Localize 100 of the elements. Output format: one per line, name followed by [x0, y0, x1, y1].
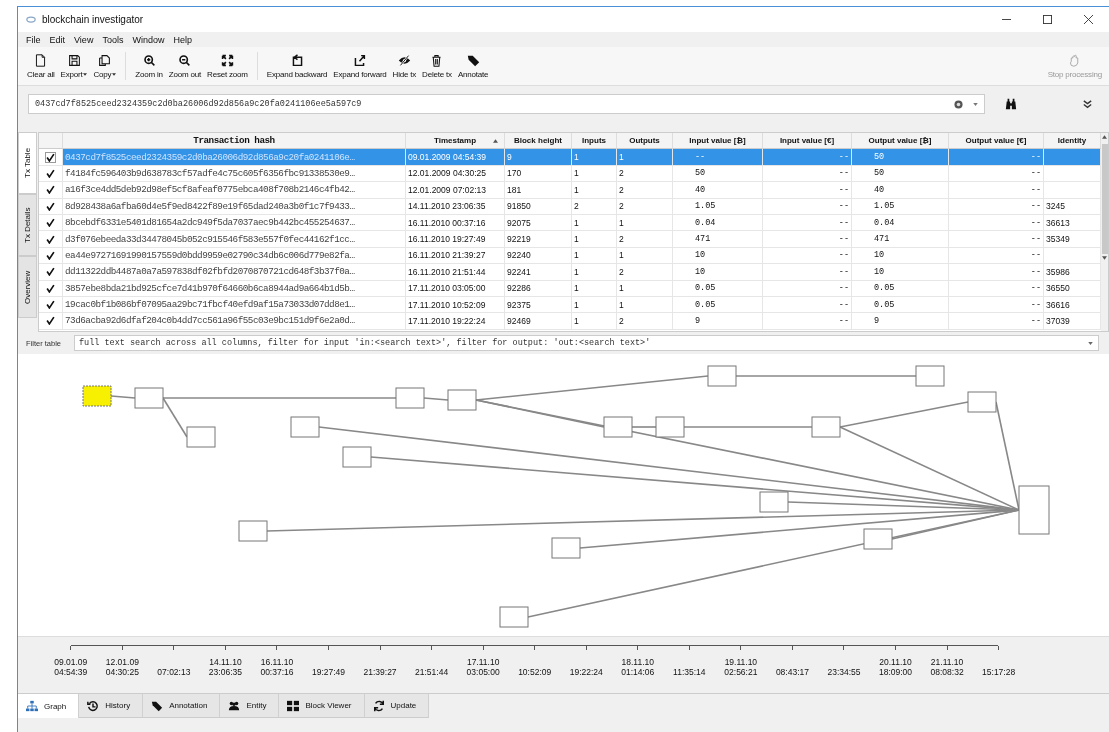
table-cell: 181: [507, 184, 522, 195]
bottom-tab[interactable]: Graph: [18, 694, 80, 718]
checkbox[interactable]: [46, 201, 55, 211]
menu-item[interactable]: Window: [132, 34, 165, 45]
table-cell: 40: [695, 184, 706, 195]
transaction-node[interactable]: [811, 416, 841, 438]
side-tab[interactable]: Tx Table: [18, 132, 37, 194]
menu-item[interactable]: File: [26, 34, 41, 45]
side-tab[interactable]: Overview: [18, 256, 37, 318]
scroll-down-icon[interactable]: [1102, 256, 1107, 260]
table-cell: --: [838, 234, 849, 245]
timeline-label: 17.11.10 03:05:00: [466, 657, 500, 677]
timeline-label: 07:02:13: [157, 666, 191, 677]
transaction-node[interactable]: [395, 387, 425, 409]
toolbar-button[interactable]: Expand backward: [263, 53, 331, 79]
transaction-node[interactable]: [967, 391, 997, 413]
table-row[interactable]: dd11322ddb4487a0a7a597838df02fbfd2070870721cd648f3b37f0a… 16.11.2010 21:51:44 92241 1 2 10 -- 10 -- 35986: [39, 264, 1101, 281]
transaction-node[interactable]: [603, 416, 633, 438]
table-cell: 1: [574, 250, 579, 261]
dropdown-icon[interactable]: [973, 102, 978, 106]
menu-item[interactable]: View: [74, 34, 94, 45]
checkbox[interactable]: [46, 168, 55, 178]
table-row[interactable]: 3857ebe8bda21bd925cfce7d41b970f64660b6ca8944ad9a664b1d5b… 17.11.2010 03:05:00 92286 1 1 0.05 -- 0.05 -- 36550: [39, 280, 1101, 297]
checkbox[interactable]: [46, 267, 55, 277]
transaction-node[interactable]: [863, 528, 893, 550]
people-icon: [228, 699, 241, 712]
dropdown-icon[interactable]: [1088, 341, 1093, 345]
checkbox[interactable]: [46, 218, 55, 228]
bottom-tab[interactable]: Update: [364, 694, 430, 718]
toolbar-button[interactable]: Zoom in: [132, 53, 166, 79]
table-row[interactable]: 73d6acba92d6dfaf204c0b4dd7cc561a96f55c03e9bc151d9f6e2a0d… 17.11.2010 19:22:24 92469 1 2 9 -- 9 -- 37039: [39, 313, 1101, 330]
transaction-node[interactable]: [134, 387, 164, 409]
menu-item[interactable]: Help: [173, 34, 192, 45]
scrollbar-thumb[interactable]: [1101, 144, 1108, 254]
zoom-out-icon: [178, 53, 192, 67]
table-row[interactable]: 19cac0bf1b086bf07095aa29bc71fbcf40efd9af15a73033d07dd8e1… 17.11.2010 10:52:09 92375 1 1 0.05 -- 0.05 -- 36616: [39, 296, 1101, 314]
table-row[interactable]: 8d928438a6afba60d4e5f9ed8422f89e19f65dad240a3b0f1c7f9433… 14.11.2010 23:06:35 91850 2 2 1.05 -- 1.05 -- 3245: [39, 198, 1101, 215]
table-row[interactable]: 8bcebdf6331e5401d81654a2dc949f5da7037aec9b442bc455254637… 16.11.2010 00:37:16 92075 1 1 0.04 -- 0.04 -- 36613: [39, 214, 1101, 232]
table-cell: --: [838, 266, 849, 277]
checkbox[interactable]: [46, 185, 55, 195]
maximize-icon[interactable]: [1043, 15, 1052, 24]
toolbar-button[interactable]: Delete tx: [419, 53, 455, 79]
checkbox[interactable]: [46, 250, 55, 260]
table-cell: 3245: [1046, 201, 1065, 212]
table-row[interactable]: ea44e97271691990157559d0bdd9959e02790c34db6c006d779e82fa… 16.11.2010 21:39:27 92240 1 1 10 -- 10 --: [39, 247, 1101, 265]
bottom-tab[interactable]: Annotation: [143, 694, 221, 718]
checkbox[interactable]: [46, 234, 55, 244]
scroll-up-icon[interactable]: [1102, 135, 1107, 139]
checkbox[interactable]: [46, 152, 55, 162]
table-cell: 92375: [507, 299, 531, 310]
table-cell: 1: [619, 283, 624, 294]
transaction-node[interactable]: [707, 365, 737, 387]
bottom-tab[interactable]: Block Viewer: [279, 694, 365, 718]
table-cell: 1: [574, 299, 579, 310]
table-cell: 36616: [1046, 299, 1070, 310]
side-tab[interactable]: Tx Details: [18, 194, 37, 256]
transaction-node[interactable]: [759, 491, 789, 513]
clear-icon[interactable]: [954, 99, 963, 109]
close-icon[interactable]: [1084, 15, 1093, 24]
table-row[interactable]: d3f076ebeeda33d34478045b052c915546f583e557f0fec44162f1cc… 16.11.2010 19:27:49 92219 1 2 471 -- 471 -- 35349: [39, 231, 1101, 248]
transaction-node[interactable]: [551, 537, 581, 559]
table-cell: 2: [619, 316, 624, 326]
transaction-node[interactable]: [655, 416, 685, 438]
checkbox[interactable]: [46, 316, 55, 326]
transaction-node[interactable]: [499, 606, 529, 628]
checkbox[interactable]: [46, 300, 55, 310]
expand-icon[interactable]: [1082, 98, 1093, 110]
toolbar-button[interactable]: Annotate: [454, 53, 492, 79]
checkbox[interactable]: [46, 283, 55, 293]
table-cell: d3f076ebeeda33d34478045b052c915546f583e557f0fec44162f1cc…: [65, 233, 355, 245]
table-row[interactable]: f4184fc596403b9d638783cf57adfe4c75c605f6356fbc91338530e9… 12.01.2009 04:30:25 170 1 2 50 -- 50 --: [39, 165, 1101, 183]
bottom-tab[interactable]: Entity: [220, 694, 280, 718]
table-cell: 12.01.2009 04:30:25: [408, 168, 486, 179]
transaction-node[interactable]: [82, 385, 112, 407]
table-cell: 16.11.2010 00:37:16: [408, 217, 486, 228]
transaction-node[interactable]: [915, 365, 945, 387]
transaction-node[interactable]: [186, 426, 216, 448]
toolbar-button[interactable]: Reset zoom: [204, 53, 251, 79]
menu-item[interactable]: Tools: [102, 34, 124, 45]
menu-item[interactable]: Edit: [49, 34, 66, 45]
filter-field[interactable]: full text search across all columns, filter for input 'in:<search text>', filter for output: 'out:<search text>': [74, 335, 1099, 351]
toolbar-button[interactable]: Copy: [90, 53, 120, 79]
toolbar-button[interactable]: Export: [57, 53, 91, 79]
transaction-node[interactable]: [290, 416, 320, 438]
toolbar-button[interactable]: Zoom out: [165, 53, 205, 79]
toolbar-button[interactable]: Hide tx: [389, 53, 420, 79]
caret-icon: [83, 72, 88, 76]
transaction-node[interactable]: [238, 520, 268, 542]
toolbar-button[interactable]: Expand forward: [330, 53, 390, 79]
transaction-search-field[interactable]: 0437cd7f8525ceed2324359c2d0ba26006d92d856a9c20fa0241106ee5a597c9: [28, 94, 985, 114]
transaction-node[interactable]: [447, 389, 477, 411]
table-cell: 40: [874, 184, 885, 195]
transaction-node[interactable]: [342, 446, 372, 468]
bottom-tab[interactable]: History: [79, 694, 144, 718]
table-row[interactable]: a16f3ce4dd5deb92d98ef5cf8afeaf0775ebca408f708b2146c4fb42… 12.01.2009 07:02:13 181 1 2 40 -- 40 --: [39, 182, 1101, 199]
toolbar-button[interactable]: Clear all: [24, 53, 58, 79]
binoculars-icon[interactable]: [1005, 98, 1017, 110]
table-cell: 16.11.2010 21:39:27: [408, 250, 486, 261]
transaction-node[interactable]: [1018, 485, 1050, 535]
table-cell: --: [1030, 299, 1041, 310]
